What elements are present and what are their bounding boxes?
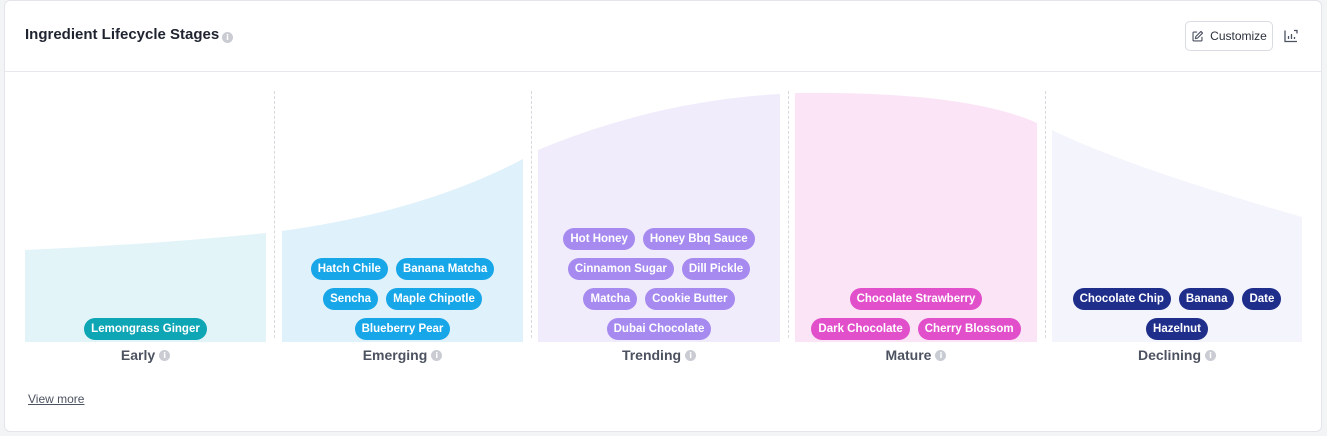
info-icon[interactable]: i <box>1205 349 1216 361</box>
info-icon[interactable]: i <box>935 349 947 361</box>
stage-name: Declining <box>1137 347 1201 363</box>
ingredient-tag[interactable]: Dill Pickle <box>681 258 751 280</box>
ingredient-tag[interactable]: Dark Chocolate <box>811 318 910 340</box>
stage-label-trending: Trending i <box>538 347 780 367</box>
ingredient-tag[interactable]: Date <box>1242 288 1282 310</box>
info-icon[interactable]: i <box>431 349 443 361</box>
tag-group-declining: Chocolate Chip Banana Date Hazelnut <box>1052 217 1302 340</box>
stage-divider <box>1045 91 1046 338</box>
info-icon[interactable]: i <box>685 349 697 361</box>
view-more-link[interactable]: View more <box>28 392 84 406</box>
stage-label-mature: Mature i <box>795 347 1037 367</box>
ingredient-tag[interactable]: Hot Honey <box>563 228 635 250</box>
stage-divider <box>274 91 275 338</box>
ingredient-tag[interactable]: Cookie Butter <box>645 288 735 310</box>
ingredient-tag[interactable]: Maple Chipotle <box>386 288 482 310</box>
ingredient-tag[interactable]: Chocolate Strawberry <box>849 288 983 310</box>
stage-divider <box>788 91 789 338</box>
stage-name: Trending <box>621 347 682 363</box>
lifecycle-card: Ingredient Lifecycle Stages i Customize … <box>4 0 1322 432</box>
ingredient-tag[interactable]: Lemongrass Ginger <box>84 318 207 340</box>
tag-group-trending: Hot Honey Honey Bbq Sauce Cinnamon Sugar Di… <box>538 217 780 340</box>
ingredient-tag[interactable]: Honey Bbq Sauce <box>642 228 755 250</box>
tag-group-mature: Chocolate Strawberry Dark Chocolate Cherry… <box>795 217 1037 340</box>
stage-label-early: Early i <box>25 347 266 367</box>
info-icon[interactable]: i <box>159 349 171 361</box>
ingredient-tag[interactable]: Banana <box>1178 288 1235 310</box>
stage-name: Early <box>120 347 156 363</box>
ingredient-tag[interactable]: Sencha <box>323 288 379 310</box>
stage-label-declining: Declining i <box>1052 347 1302 367</box>
stage-name: Mature <box>885 347 932 363</box>
stage-divider <box>531 91 532 338</box>
ingredient-tag[interactable]: Cherry Blossom <box>917 318 1021 340</box>
ingredient-tag[interactable]: Matcha <box>583 288 638 310</box>
ingredient-tag[interactable]: Chocolate Chip <box>1072 288 1171 310</box>
ingredient-tag[interactable]: Blueberry Pear <box>354 318 451 340</box>
ingredient-tag[interactable]: Dubai Chocolate <box>606 318 712 340</box>
ingredient-tag[interactable]: Banana Matcha <box>395 258 495 280</box>
stage-name: Emerging <box>362 347 428 363</box>
tag-group-early: Lemongrass Ginger <box>25 217 266 340</box>
stage-label-emerging: Emerging i <box>282 347 523 367</box>
ingredient-tag[interactable]: Hatch Chile <box>310 258 388 280</box>
tag-group-emerging: Hatch Chile Banana Matcha Sencha Maple Chip… <box>282 217 523 340</box>
ingredient-tag[interactable]: Hazelnut <box>1146 318 1208 340</box>
ingredient-tag[interactable]: Cinnamon Sugar <box>567 258 674 280</box>
